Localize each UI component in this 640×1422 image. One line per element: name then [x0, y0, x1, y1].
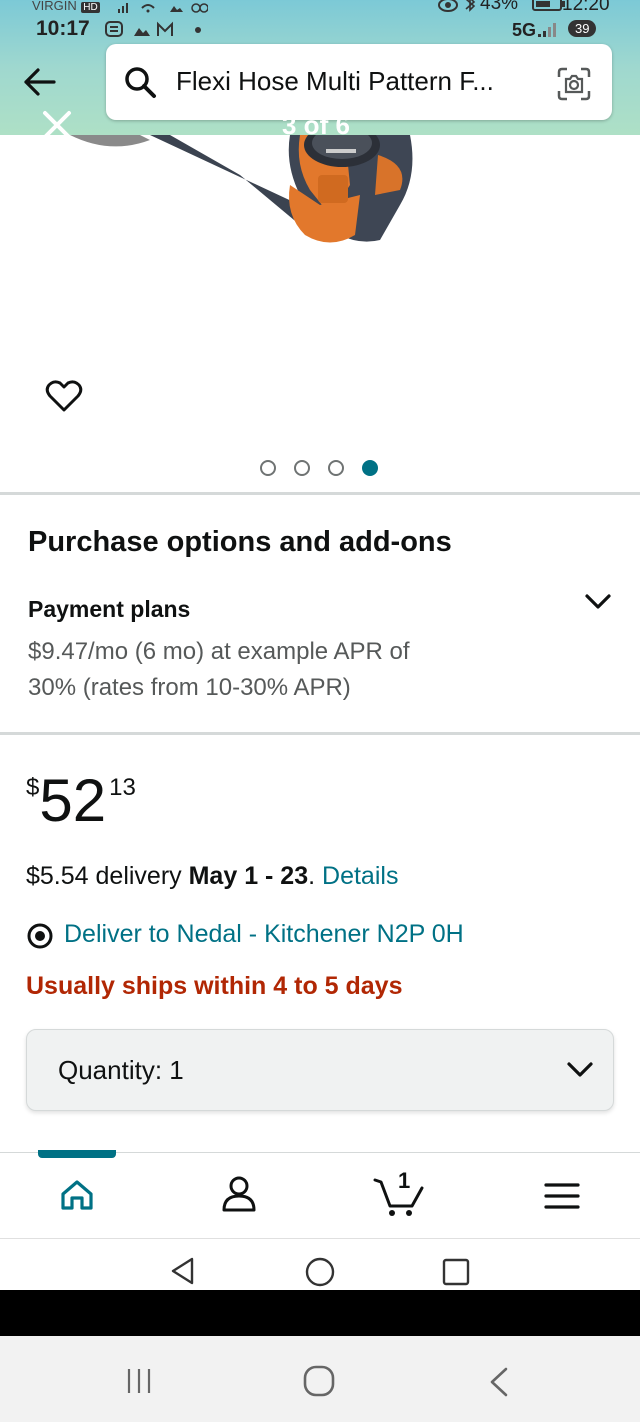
carousel-dot — [294, 460, 310, 476]
notification-icons — [104, 19, 204, 46]
price-fraction: 13 — [109, 774, 136, 801]
delivery-date: May 1 - 23 — [188, 862, 309, 890]
status-clock-2: 12:20 — [562, 0, 610, 15]
screen-divider-bar — [0, 1290, 640, 1336]
nav-back-triangle-icon[interactable] — [168, 1255, 198, 1287]
nav-home-circle-icon[interactable] — [304, 1256, 336, 1288]
battery-icon — [532, 0, 566, 18]
notification-count-badge: 39 — [568, 20, 597, 38]
details-link[interactable]: Details — [322, 862, 398, 890]
ships-within-note: Usually ships within 4 to 5 days — [26, 972, 403, 1000]
nav-home-icon[interactable] — [302, 1364, 336, 1398]
status-time: 10:17 — [36, 17, 90, 40]
delivery-period: . — [308, 862, 323, 890]
signal-wifi-icons — [118, 0, 209, 19]
nav-recents-square-icon[interactable] — [442, 1258, 470, 1286]
battery-percent: 43% — [480, 0, 519, 14]
home-icon[interactable] — [58, 1176, 96, 1214]
account-icon[interactable] — [220, 1174, 258, 1214]
network-type: 5G — [512, 20, 537, 40]
payment-plan-details: $9.47/mo (6 mo) at example APR of 30% (r… — [28, 634, 410, 706]
deliver-to-link[interactable]: Deliver to Nedal - Kitchener N2P 0H — [64, 920, 464, 949]
menu-icon[interactable] — [544, 1182, 580, 1210]
price-currency: $ — [26, 774, 40, 801]
signal-bars-icon — [538, 22, 560, 43]
payment-plans-label[interactable]: Payment plans — [28, 596, 190, 623]
carousel-dots — [258, 458, 382, 483]
section-divider — [0, 492, 640, 495]
price-display: $52 13 — [26, 766, 136, 836]
carousel-dot — [328, 460, 344, 476]
purchase-options-heading: Purchase options and add-ons — [28, 526, 452, 558]
carrier-name: VIRGIN HD — [32, 0, 100, 13]
carousel-dot — [260, 460, 276, 476]
nav-recents-icon[interactable] — [124, 1366, 154, 1396]
quantity-label: Quantity: — [58, 1055, 163, 1085]
quantity-text: Quantity: 1 — [58, 1055, 184, 1086]
search-icon — [122, 64, 158, 100]
delivery-info: $5.54 delivery May 1 - 23. Details — [26, 862, 398, 891]
nav-back-icon[interactable] — [486, 1366, 512, 1398]
chevron-down-icon[interactable] — [564, 1056, 596, 1084]
back-arrow-icon[interactable] — [20, 62, 60, 102]
quantity-value: 1 — [169, 1055, 184, 1085]
price-whole: 52 — [39, 767, 107, 834]
camera-scan-icon[interactable] — [556, 66, 592, 102]
wishlist-heart-icon[interactable] — [44, 378, 84, 414]
eye-bluetooth-icons — [438, 0, 482, 20]
cart-count-badge: 1 — [398, 1168, 411, 1193]
payment-plan-line-2: 30% (rates from 10-30% APR) — [28, 674, 351, 701]
search-query-text[interactable]: Flexi Hose Multi Pattern F... — [176, 66, 494, 97]
payment-plan-line-1: $9.47/mo (6 mo) at example APR of — [28, 638, 410, 665]
section-divider — [0, 732, 640, 735]
delivery-fee: $5.54 delivery — [26, 862, 189, 890]
chevron-down-icon[interactable] — [582, 588, 614, 616]
carousel-dot-active — [362, 460, 378, 476]
active-tab-indicator — [38, 1150, 116, 1158]
location-pin-icon — [26, 922, 54, 950]
product-image[interactable] — [0, 135, 640, 495]
